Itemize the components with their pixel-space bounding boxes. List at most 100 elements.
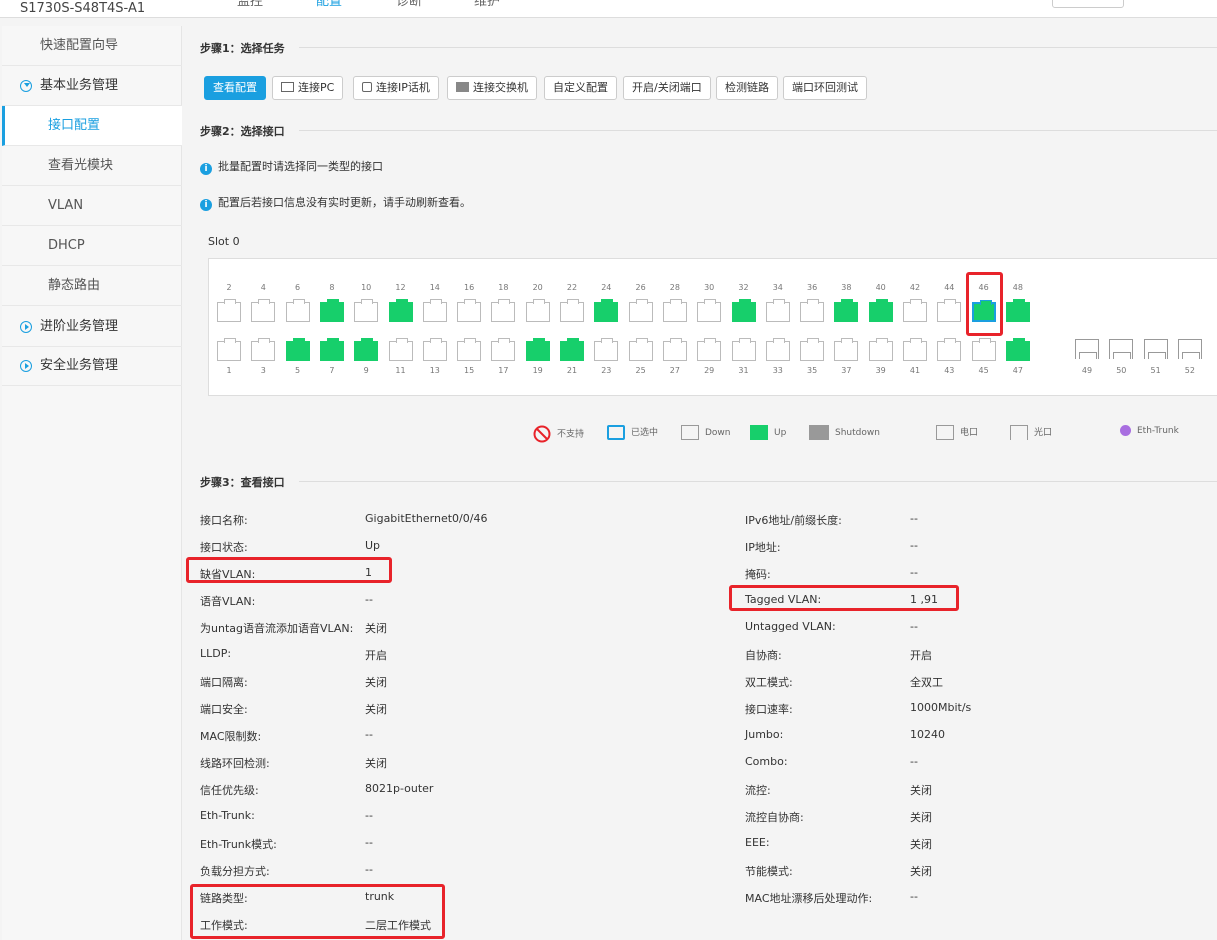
field-value: 1 <box>365 566 372 579</box>
connect-switch-button[interactable]: 连接交换机 <box>447 76 537 100</box>
port-44[interactable] <box>937 299 962 322</box>
sidebar-item-optical-module[interactable]: 查看光模块 <box>2 146 182 186</box>
port-13[interactable] <box>422 338 447 361</box>
port-17[interactable] <box>491 338 516 361</box>
port-29[interactable] <box>697 338 722 361</box>
port-number-label: 12 <box>395 283 406 292</box>
port-41[interactable] <box>903 338 927 361</box>
port-28[interactable] <box>662 299 687 322</box>
field-value: 10240 <box>910 728 945 741</box>
port-16[interactable] <box>457 299 482 322</box>
sidebar-item-security-service[interactable]: 安全业务管理 <box>2 346 182 386</box>
phone-icon <box>362 82 372 92</box>
connect-pc-button[interactable]: 连接PC <box>272 76 344 100</box>
field-label: Combo: <box>745 755 788 768</box>
sfp-port-51[interactable] <box>1143 339 1168 359</box>
check-link-button[interactable]: 检测链路 <box>716 76 778 100</box>
port-25[interactable] <box>628 338 653 361</box>
sfp-port-52[interactable] <box>1177 339 1202 359</box>
port-12[interactable] <box>388 299 413 322</box>
port-10[interactable] <box>354 299 379 322</box>
port-19[interactable] <box>525 338 550 361</box>
field-value: 开启 <box>910 649 932 662</box>
port-number-label: 44 <box>944 283 955 292</box>
port-26[interactable] <box>628 299 653 322</box>
field-label: Eth-Trunk模式: <box>200 838 277 851</box>
port-30[interactable] <box>697 299 722 322</box>
port-20[interactable] <box>525 299 550 322</box>
port-27[interactable] <box>662 338 687 361</box>
sidebar-item-quick-wizard[interactable]: 快速配置向导 <box>2 26 182 66</box>
port-number-label: 10 <box>361 283 372 292</box>
port-43[interactable] <box>937 338 962 361</box>
field-value: 1 ,91 <box>910 593 938 606</box>
sidebar-item-advanced-service[interactable]: 进阶业务管理 <box>2 307 182 347</box>
port-number-label: 46 <box>978 283 989 292</box>
port-48[interactable] <box>1005 299 1030 322</box>
port-47[interactable] <box>1005 338 1030 361</box>
port-40[interactable] <box>868 299 893 322</box>
port-23[interactable] <box>594 338 619 361</box>
port-1[interactable] <box>217 338 241 361</box>
port-31[interactable] <box>731 338 756 361</box>
port-37[interactable] <box>834 338 859 361</box>
port-24[interactable] <box>594 299 619 322</box>
port-33[interactable] <box>765 338 790 361</box>
tab-maintain[interactable]: 维护 <box>474 0 500 11</box>
port-11[interactable] <box>388 338 413 361</box>
top-right-button[interactable] <box>1052 0 1124 8</box>
sidebar-item-basic-service[interactable]: 基本业务管理 <box>2 66 182 106</box>
sidebar-item-vlan[interactable]: VLAN <box>2 186 182 226</box>
tab-diagnose[interactable]: 诊断 <box>396 0 422 11</box>
port-4[interactable] <box>251 299 276 322</box>
port-35[interactable] <box>800 338 825 361</box>
sidebar-item-dhcp[interactable]: DHCP <box>2 226 182 266</box>
sidebar-item-interface-config[interactable]: 接口配置 <box>2 106 182 146</box>
port-5[interactable] <box>285 338 310 361</box>
port-number-label: 20 <box>532 283 543 292</box>
tab-config[interactable]: 配置 <box>316 0 342 11</box>
view-config-button[interactable]: 查看配置 <box>204 76 266 100</box>
connect-ip-phone-button[interactable]: 连接IP话机 <box>353 76 439 100</box>
port-22[interactable] <box>560 299 584 322</box>
tab-monitor[interactable]: 监控 <box>237 0 263 11</box>
toggle-port-button[interactable]: 开启/关闭端口 <box>623 76 711 100</box>
port-34[interactable] <box>765 299 790 322</box>
field-value: 关闭 <box>910 784 932 797</box>
port-36[interactable] <box>800 299 825 322</box>
port-14[interactable] <box>422 299 447 322</box>
port-21[interactable] <box>560 338 584 361</box>
port-6[interactable] <box>285 299 310 322</box>
legend-label: 电口 <box>960 428 979 438</box>
port-2[interactable] <box>217 299 241 322</box>
divider <box>299 47 1217 48</box>
sidebar-item-static-route[interactable]: 静态路由 <box>2 266 182 306</box>
port-number-label: 32 <box>738 283 749 292</box>
port-8[interactable] <box>319 299 344 322</box>
port-18[interactable] <box>491 299 516 322</box>
port-9[interactable] <box>354 338 379 361</box>
connect-pc-label: 连接PC <box>298 81 335 94</box>
eth-trunk-dot-icon <box>1120 425 1131 436</box>
legend-label: Shutdown <box>835 428 880 438</box>
custom-config-button[interactable]: 自定义配置 <box>544 76 617 100</box>
field-value: -- <box>365 809 373 822</box>
port-45[interactable] <box>971 338 996 361</box>
port-32[interactable] <box>731 299 756 322</box>
port-38[interactable] <box>834 299 859 322</box>
loopback-test-button[interactable]: 端口环回测试 <box>783 76 867 100</box>
field-value: 关闭 <box>910 838 932 851</box>
port-39[interactable] <box>868 338 893 361</box>
sfp-port-50[interactable] <box>1109 339 1134 359</box>
field-value: Up <box>365 539 381 552</box>
sfp-port-49[interactable] <box>1075 339 1099 359</box>
port-15[interactable] <box>457 338 482 361</box>
main-content: 步骤1：选择任务 查看配置 连接PC 连接IP话机 连接交换机 自定义配置 开启… <box>183 26 1217 940</box>
port-3[interactable] <box>251 338 276 361</box>
port-46[interactable] <box>971 300 996 322</box>
port-number-label: 11 <box>395 366 406 375</box>
port-42[interactable] <box>903 299 927 322</box>
sidebar-item-label: 快速配置向导 <box>40 38 119 53</box>
top-bar: S1730S-S48T4S-A1 监控 配置 诊断 维护 <box>0 0 1217 18</box>
port-7[interactable] <box>319 338 344 361</box>
